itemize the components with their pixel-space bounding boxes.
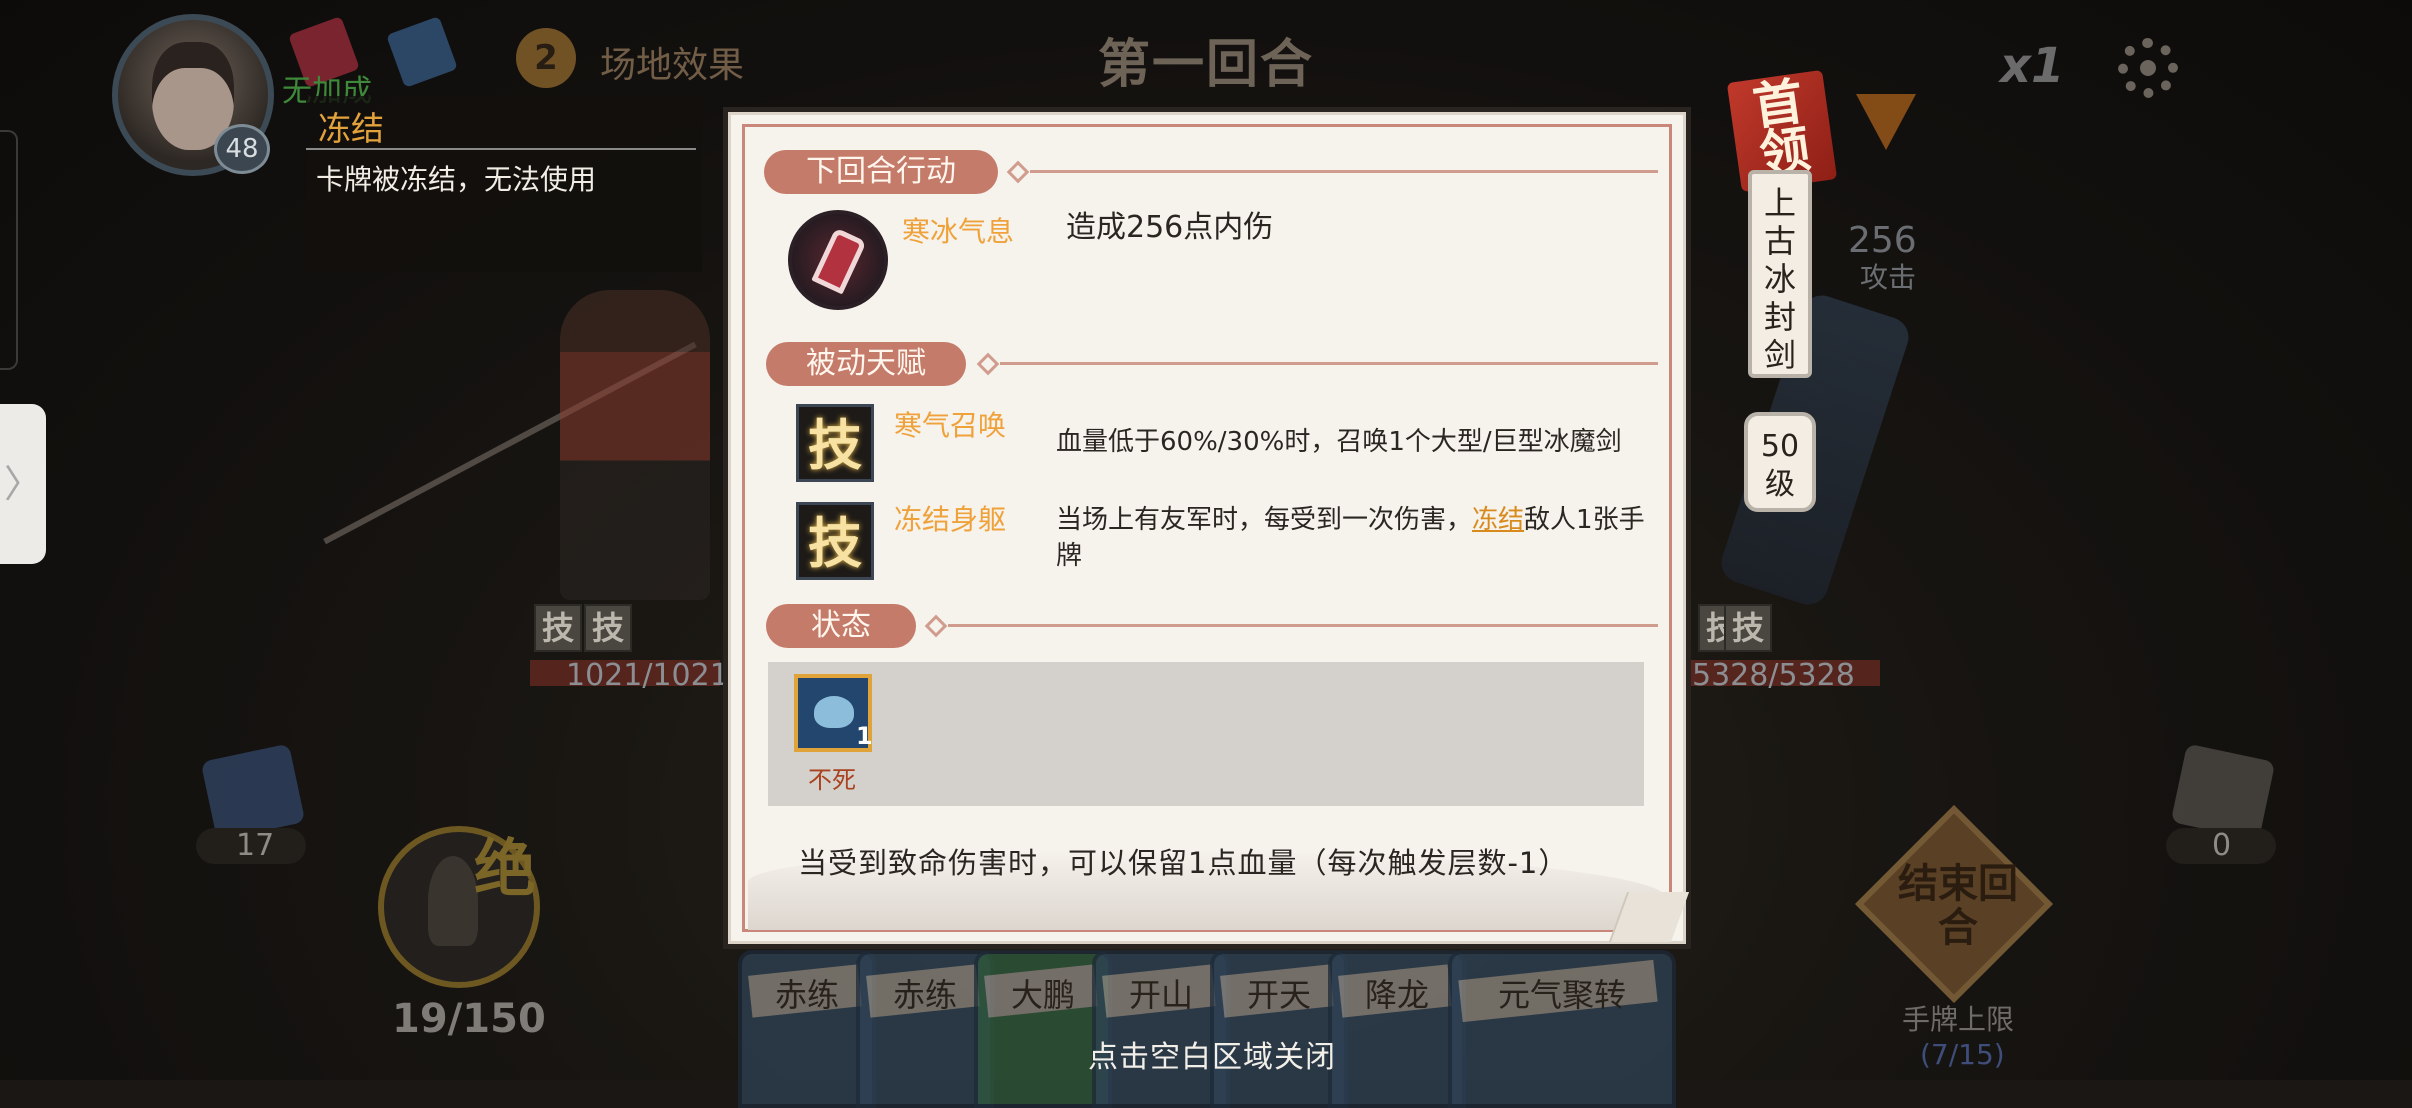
tooltip-desc: 卡牌被冻结，无法使用 xyxy=(316,163,597,196)
hero-level-badge: 48 xyxy=(214,124,270,174)
intent-arrow-icon xyxy=(1856,94,1916,150)
freeze-keyword-link[interactable]: 冻结 xyxy=(1472,505,1524,535)
card-name: 开天 xyxy=(1246,976,1311,1014)
card-name: 大鹏 xyxy=(1010,976,1075,1014)
hand-limit-label: 手牌上限 xyxy=(1902,1003,2015,1036)
close-hint[interactable]: 点击空白区域关闭 xyxy=(1088,1032,1336,1076)
status-desc: 当受到致命伤害时，可以保留1点血量（每次触发层数-1） xyxy=(798,846,1569,880)
card-name: 赤练 xyxy=(892,976,957,1014)
hero-hp-text: 1021/1021 xyxy=(566,658,729,693)
status-header: 状态 xyxy=(766,604,916,648)
status-stack-count: 1 xyxy=(856,722,873,750)
boss-level: 50级 xyxy=(1744,412,1816,512)
card-name: 元气聚转 xyxy=(1497,976,1626,1014)
passive-name: 冻结身躯 xyxy=(894,503,1007,536)
sword-icon xyxy=(811,227,867,295)
passive-header: 被动天赋 xyxy=(766,342,966,386)
boss-hp-text: 5328/5328 xyxy=(1692,658,1855,693)
hero-skill-mark: 技 xyxy=(534,604,582,652)
hero-figure[interactable] xyxy=(560,290,710,600)
edge-frame xyxy=(0,130,18,370)
card-name: 降龙 xyxy=(1364,976,1429,1014)
header-line xyxy=(1030,170,1658,173)
next-action-desc: 造成256点内伤 xyxy=(1066,210,1274,245)
next-action-icon[interactable] xyxy=(788,210,888,310)
end-turn-label: 结束回合 xyxy=(1898,861,2018,951)
boss-name: 上古冰封剑 xyxy=(1748,170,1812,378)
speed-button[interactable]: x1 xyxy=(2000,38,2064,94)
passive-desc: 血量低于60%/30%时，召唤1个大型/巨型冰魔剑 xyxy=(1056,427,1622,457)
card-name: 赤练 xyxy=(774,976,839,1014)
next-action-header: 下回合行动 xyxy=(764,150,998,194)
next-action-name: 寒冰气息 xyxy=(902,215,1015,248)
boss-intent-value: 256 xyxy=(1848,220,1917,261)
hand-card[interactable]: 元气聚转 xyxy=(1448,950,1676,1108)
gear-icon[interactable] xyxy=(2118,38,2178,98)
round-title: 第一回合 xyxy=(1098,35,1315,95)
card-name: 开山 xyxy=(1128,976,1193,1014)
energy-counter: 19/150 xyxy=(392,996,546,1042)
ultimate-label: 绝 xyxy=(474,832,537,905)
boss-skill-mark: 技 xyxy=(1724,604,1772,652)
talent-icon[interactable]: 技 xyxy=(796,502,874,580)
field-effect-label[interactable]: 场地效果 xyxy=(600,36,744,88)
side-drawer-tab[interactable]: 〉 xyxy=(0,404,46,564)
hand-limit-value: (7/15) xyxy=(1920,1038,2005,1071)
field-effect-count[interactable]: 2 xyxy=(516,28,576,88)
status-list xyxy=(768,662,1644,806)
tooltip-title: 冻结 xyxy=(318,109,384,148)
hand-card[interactable]: 降龙 xyxy=(1328,950,1466,1108)
passive-name: 寒气召唤 xyxy=(894,409,1007,442)
status-name: 不死 xyxy=(808,766,856,794)
draw-pile-count: 17 xyxy=(236,828,275,863)
discard-pile-count: 0 xyxy=(2212,828,2232,863)
tooltip-divider xyxy=(306,148,696,150)
header-line xyxy=(948,624,1658,627)
boss-intent-label: 攻击 xyxy=(1860,261,1917,294)
passive-desc-text: 当场上有友军时，每受到一次伤害， xyxy=(1056,505,1473,535)
header-line xyxy=(1000,362,1658,365)
passive-desc: 当场上有友军时，每受到一次伤害，冻结敌人1张手牌 xyxy=(1056,502,1656,574)
hero-skill-mark: 技 xyxy=(584,604,632,652)
talent-icon[interactable]: 技 xyxy=(796,404,874,482)
